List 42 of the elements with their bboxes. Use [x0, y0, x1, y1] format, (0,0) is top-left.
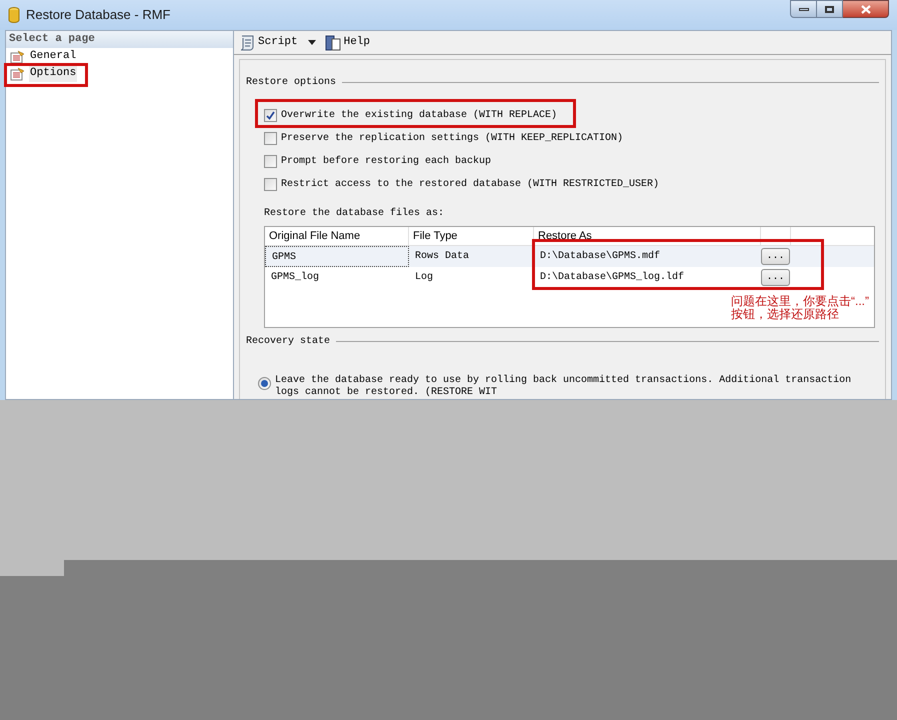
close-icon — [860, 4, 870, 14]
checkbox-label: Restrict access to the restored database (WITH RESTRICTED_USER) — [281, 178, 660, 192]
database-icon — [8, 7, 20, 23]
page-list-item[interactable]: Options — [29, 65, 78, 82]
window-title: Restore Database - RMF — [26, 6, 170, 24]
toolbar-button[interactable]: Script — [258, 34, 298, 51]
table-cell-text: D:\Database\GPMS_log.ldf — [539, 270, 686, 285]
table-cell-text: Rows Data — [414, 250, 470, 264]
column-header[interactable]: File Type — [409, 227, 534, 245]
table-cell-text: GPMS_log — [270, 270, 320, 285]
table-cell: GPMS — [265, 246, 409, 267]
section-title: Recovery state — [246, 335, 330, 349]
table-row[interactable]: GPMS Rows Data D:\Database\GPMS.mdf ... — [265, 246, 874, 267]
checkbox-label: Prompt before restoring each backup — [281, 154, 492, 168]
radio-button[interactable] — [258, 377, 271, 390]
minimize-button[interactable] — [790, 0, 817, 18]
checkbox[interactable] — [264, 108, 277, 122]
page-list-header: Select a page — [6, 31, 233, 48]
page-icon — [10, 50, 26, 64]
browse-button[interactable]: ... — [761, 248, 790, 265]
help-book-icon — [324, 34, 342, 52]
page-list-item[interactable]: General — [29, 48, 78, 65]
radio-label: Leave the database ready to use by rolling back uncommitted transactions. Additional transaction logs cannot be restored. (RESTORE WIT — [275, 375, 852, 399]
column-header[interactable]: Restore As — [534, 227, 761, 245]
files-label: Restore the database files as: — [263, 206, 446, 221]
section-title: Restore options — [246, 76, 336, 90]
page-icon — [10, 66, 26, 80]
checkbox-label: Preserve the replication settings (WITH KEEP_REPLICATION) — [281, 132, 624, 146]
browse-button[interactable]: ... — [761, 269, 790, 286]
maximize-button[interactable] — [817, 0, 843, 18]
close-button[interactable] — [843, 0, 889, 18]
annotation-note: 问题在这里，你要点击“...” 按钮，选择还原路径 — [731, 295, 869, 321]
checkbox[interactable] — [264, 132, 277, 144]
checkbox[interactable] — [264, 154, 277, 168]
column-header[interactable]: Original File Name — [265, 227, 409, 245]
table-cell-text: Log — [414, 271, 434, 285]
scroll-icon — [238, 34, 256, 52]
checkbox-label: Overwrite the existing database (WITH REPLACE) — [281, 108, 558, 122]
toolbar-button[interactable]: Help — [344, 34, 370, 51]
table-cell-text: D:\Database\GPMS.mdf — [539, 250, 662, 264]
dropdown-caret-icon[interactable] — [308, 40, 316, 45]
checkbox[interactable] — [264, 178, 277, 190]
